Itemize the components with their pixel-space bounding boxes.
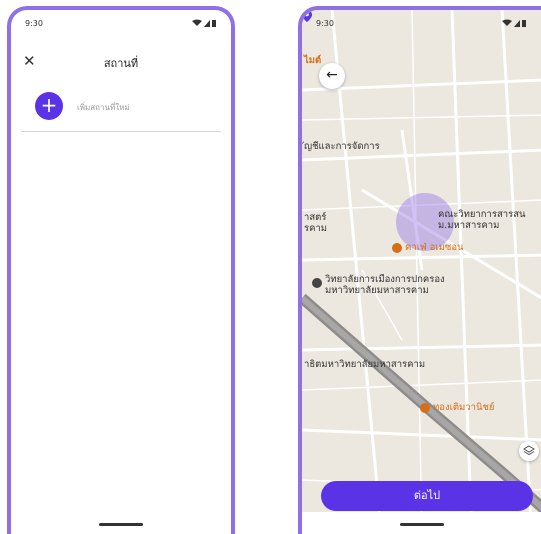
cafe-icon <box>392 243 402 253</box>
arrow-left-icon[interactable]: ← <box>319 63 345 89</box>
school-icon <box>312 278 322 288</box>
map-roads <box>302 10 541 534</box>
status-bar: 9:30 <box>11 10 231 36</box>
home-indicator <box>399 523 444 526</box>
add-place-button[interactable]: + <box>35 92 63 120</box>
map-label-demo-school: าธิตมหาวิทยาลัยมหาสารคาม <box>304 359 426 370</box>
page-title: สถานที่ <box>103 57 139 70</box>
map-view[interactable]: ไมต์ ัญชีและการจัดการ าสตร์ รคาม คณะวิทย… <box>302 10 541 534</box>
status-time: 9:30 <box>316 19 334 28</box>
continue-button[interactable]: ต่อไป <box>321 481 533 511</box>
divider <box>21 131 221 132</box>
map-label-cafe: คาเฟ่ อเมซอน <box>405 242 464 253</box>
status-bar: 9:30 <box>302 10 541 36</box>
map-screen: ไมต์ ัญชีและการจัดการ าสตร์ รคาม คณะวิทย… <box>298 6 541 534</box>
map-label-left: าสตร์ รคาม <box>304 212 328 234</box>
signal-battery-icon <box>502 19 526 27</box>
signal-battery-icon <box>192 19 216 27</box>
home-indicator <box>99 523 143 526</box>
map-label-college: วิทยาลัยการเมืองการปกครอง มหาวิทยาลัยมหา… <box>325 274 445 296</box>
status-time: 9:30 <box>25 19 43 28</box>
map-label-accounting: ัญชีและการจัดการ <box>304 141 380 152</box>
places-screen: 9:30 ✕ สถานที่ + เพิ่มสถานที่ใหม่ <box>7 6 235 534</box>
map-label-top: ไมต์ <box>304 55 322 66</box>
add-place-label[interactable]: เพิ่มสถานที่ใหม่ <box>77 101 130 114</box>
shop-icon <box>420 403 430 413</box>
layers-icon[interactable] <box>519 441 539 461</box>
map-label-shop: ทองเติมวานิชย์ <box>433 402 495 413</box>
map-label-faculty: คณะวิทยาการสารสน ม.มหาสารคาม <box>438 209 526 231</box>
